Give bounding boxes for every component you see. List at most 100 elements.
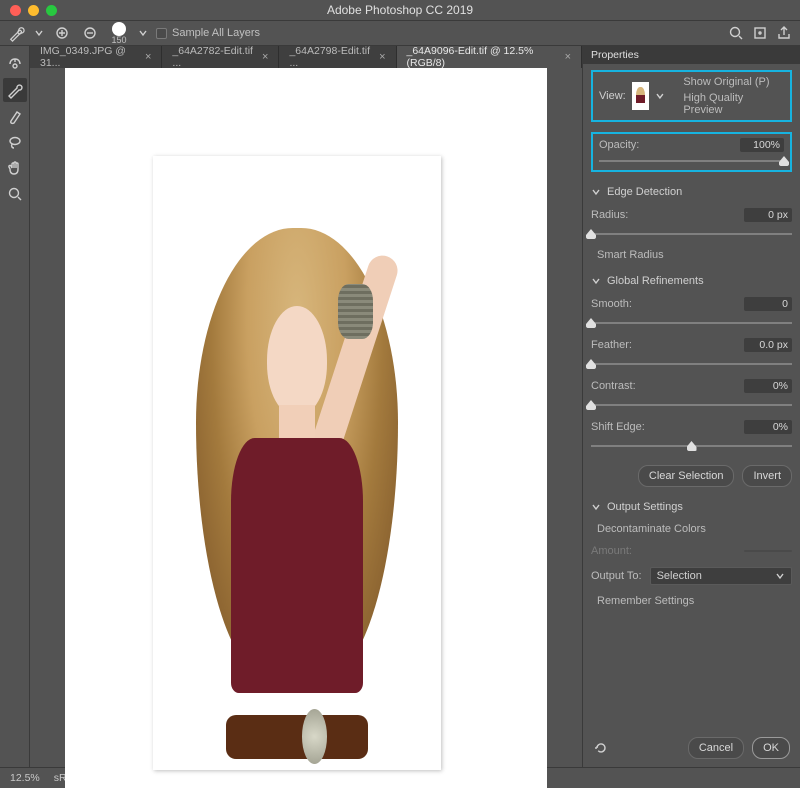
hand-tool[interactable] <box>3 156 27 180</box>
view-mode-section: View: Show Original (P) High Quality Pre… <box>591 70 792 122</box>
brush-dropdown-icon[interactable] <box>138 28 148 38</box>
document-content <box>153 156 441 770</box>
amount-label: Amount: <box>591 545 632 557</box>
slider-thumb-icon[interactable] <box>586 400 596 410</box>
decontaminate-label: Decontaminate Colors <box>597 523 706 535</box>
contrast-slider[interactable] <box>591 400 792 410</box>
clear-selection-button[interactable]: Clear Selection <box>638 465 735 487</box>
minimize-window-button[interactable] <box>28 5 39 16</box>
frame-icon[interactable] <box>752 25 768 41</box>
doc-tab-1[interactable]: _64A2782-Edit.tif ...× <box>162 46 279 68</box>
close-tab-icon[interactable]: × <box>262 51 268 63</box>
tool-preset-dropdown[interactable] <box>34 28 44 38</box>
output-to-dropdown[interactable]: Selection <box>650 567 792 585</box>
cancel-button[interactable]: Cancel <box>688 737 744 759</box>
shift-edge-value[interactable]: 0% <box>744 420 792 434</box>
opacity-slider[interactable] <box>599 156 784 166</box>
chevron-down-icon <box>591 187 601 197</box>
chevron-down-icon <box>591 502 601 512</box>
edge-detection-header[interactable]: Edge Detection <box>591 186 792 198</box>
global-refinements-title: Global Refinements <box>607 275 704 287</box>
lasso-tool[interactable] <box>3 130 27 154</box>
chevron-down-icon[interactable] <box>655 91 665 101</box>
share-icon[interactable] <box>776 25 792 41</box>
feather-value[interactable]: 0.0 px <box>744 338 792 352</box>
slider-thumb-icon[interactable] <box>687 441 697 451</box>
radius-value[interactable]: 0 px <box>744 208 792 222</box>
options-bar: 150 Sample All Layers <box>0 20 800 46</box>
contrast-label: Contrast: <box>591 380 636 392</box>
view-mode-dropdown[interactable] <box>632 82 650 110</box>
high-quality-label: High Quality Preview <box>683 92 784 116</box>
document-tab-bar: IMG_0349.JPG @ 31... × _64A2782-Edit.tif … <box>30 46 582 68</box>
decontaminate-colors-checkbox[interactable]: Decontaminate Colors <box>591 523 792 535</box>
slider-thumb-icon[interactable] <box>586 229 596 239</box>
reset-icon[interactable] <box>593 740 609 756</box>
shift-edge-field: Shift Edge:0% <box>591 420 792 451</box>
feather-slider[interactable] <box>591 359 792 369</box>
document-canvas[interactable] <box>30 68 582 788</box>
radius-field: Radius: 0 px <box>591 208 792 239</box>
global-refinements-header[interactable]: Global Refinements <box>591 275 792 287</box>
smart-radius-checkbox[interactable]: Smart Radius <box>591 249 792 261</box>
maximize-window-button[interactable] <box>46 5 57 16</box>
close-tab-icon[interactable]: × <box>379 51 385 63</box>
contrast-field: Contrast: 0% <box>591 379 792 410</box>
doc-tab-0[interactable]: IMG_0349.JPG @ 31... × <box>30 46 162 68</box>
document-background <box>65 68 547 788</box>
smooth-label: Smooth: <box>591 298 632 310</box>
contrast-value[interactable]: 0% <box>744 379 792 393</box>
smooth-slider[interactable] <box>591 318 792 328</box>
radius-label: Radius: <box>591 209 628 221</box>
properties-panel: Properties View: Show Original (P) High … <box>582 46 800 767</box>
output-settings-title: Output Settings <box>607 501 683 513</box>
subject-figure <box>170 217 423 770</box>
chevron-down-icon <box>775 571 785 581</box>
checkbox-icon <box>156 28 167 39</box>
opacity-section: Opacity: 100% <box>591 132 792 172</box>
subtract-mode-icon[interactable] <box>80 23 100 43</box>
quick-selection-tool[interactable] <box>3 52 27 76</box>
tab-label: IMG_0349.JPG @ 31... <box>40 45 137 69</box>
add-mode-icon[interactable] <box>52 23 72 43</box>
tab-label: _64A2798-Edit.tif ... <box>289 45 371 69</box>
slider-thumb-icon[interactable] <box>586 359 596 369</box>
opacity-value[interactable]: 100% <box>740 138 784 152</box>
output-settings-header[interactable]: Output Settings <box>591 501 792 513</box>
doc-tab-2[interactable]: _64A2798-Edit.tif ... × <box>279 46 396 68</box>
ok-button[interactable]: OK <box>752 737 790 759</box>
output-to-label: Output To: <box>591 570 642 582</box>
edge-detection-title: Edge Detection <box>607 186 682 198</box>
shift-edge-slider[interactable] <box>591 441 792 451</box>
window-controls <box>0 5 57 16</box>
slider-thumb-icon[interactable] <box>779 156 789 166</box>
remember-settings-checkbox[interactable]: Remember Settings <box>591 595 792 607</box>
titlebar: Adobe Photoshop CC 2019 <box>0 0 800 20</box>
remember-settings-label: Remember Settings <box>597 595 694 607</box>
tab-label: _64A9096-Edit.tif @ 12.5% (RGB/8) <box>407 45 557 69</box>
radius-slider[interactable] <box>591 229 792 239</box>
current-tool-icon <box>8 24 26 42</box>
slider-thumb-icon[interactable] <box>586 318 596 328</box>
brush-tool[interactable] <box>3 104 27 128</box>
view-label: View: <box>599 90 626 102</box>
refine-edge-brush-tool[interactable] <box>3 78 27 102</box>
zoom-tool[interactable] <box>3 182 27 206</box>
close-tab-icon[interactable]: × <box>565 51 571 63</box>
close-tab-icon[interactable]: × <box>145 51 151 63</box>
close-window-button[interactable] <box>10 5 21 16</box>
smooth-value[interactable]: 0 <box>744 297 792 311</box>
brush-preview[interactable]: 150 <box>108 22 130 45</box>
invert-button[interactable]: Invert <box>742 465 792 487</box>
high-quality-preview-checkbox[interactable]: High Quality Preview <box>677 92 784 116</box>
feather-label: Feather: <box>591 339 632 351</box>
show-original-checkbox[interactable]: Show Original (P) <box>677 76 784 88</box>
opacity-label: Opacity: <box>599 139 639 151</box>
doc-tab-3[interactable]: _64A9096-Edit.tif @ 12.5% (RGB/8) × <box>397 46 583 68</box>
show-original-label: Show Original (P) <box>683 76 769 88</box>
chevron-down-icon <box>591 276 601 286</box>
amount-value <box>744 550 792 552</box>
search-icon[interactable] <box>728 25 744 41</box>
sample-all-layers-checkbox[interactable]: Sample All Layers <box>156 27 260 39</box>
output-to-value: Selection <box>657 570 702 582</box>
